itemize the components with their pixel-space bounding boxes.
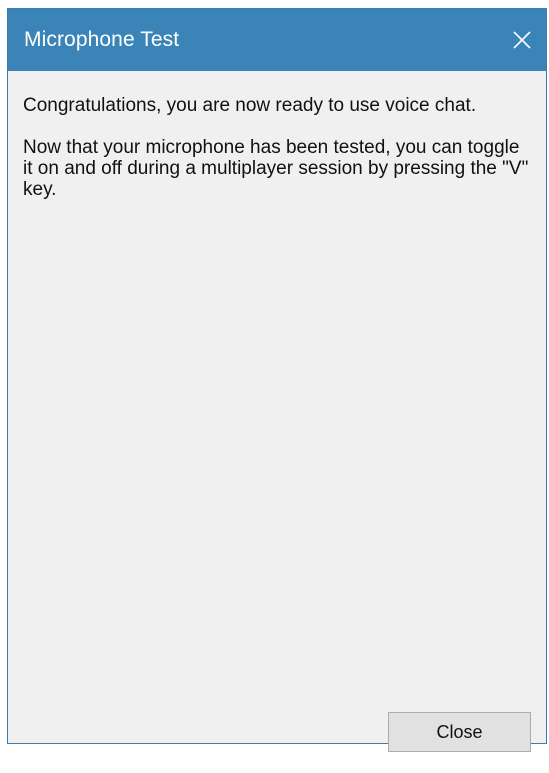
message-area: Congratulations, you are now ready to us… [23,95,533,221]
close-icon[interactable] [498,9,546,71]
congratulations-text: Congratulations, you are now ready to us… [23,95,477,116]
title-bar[interactable]: Microphone Test [8,9,546,71]
window-title: Microphone Test [24,28,180,51]
close-button[interactable]: Close [388,712,531,752]
microphone-test-dialog: Microphone Test Congratulations, you are… [7,8,547,752]
instructions-text: Now that your microphone has been tested… [23,137,529,200]
